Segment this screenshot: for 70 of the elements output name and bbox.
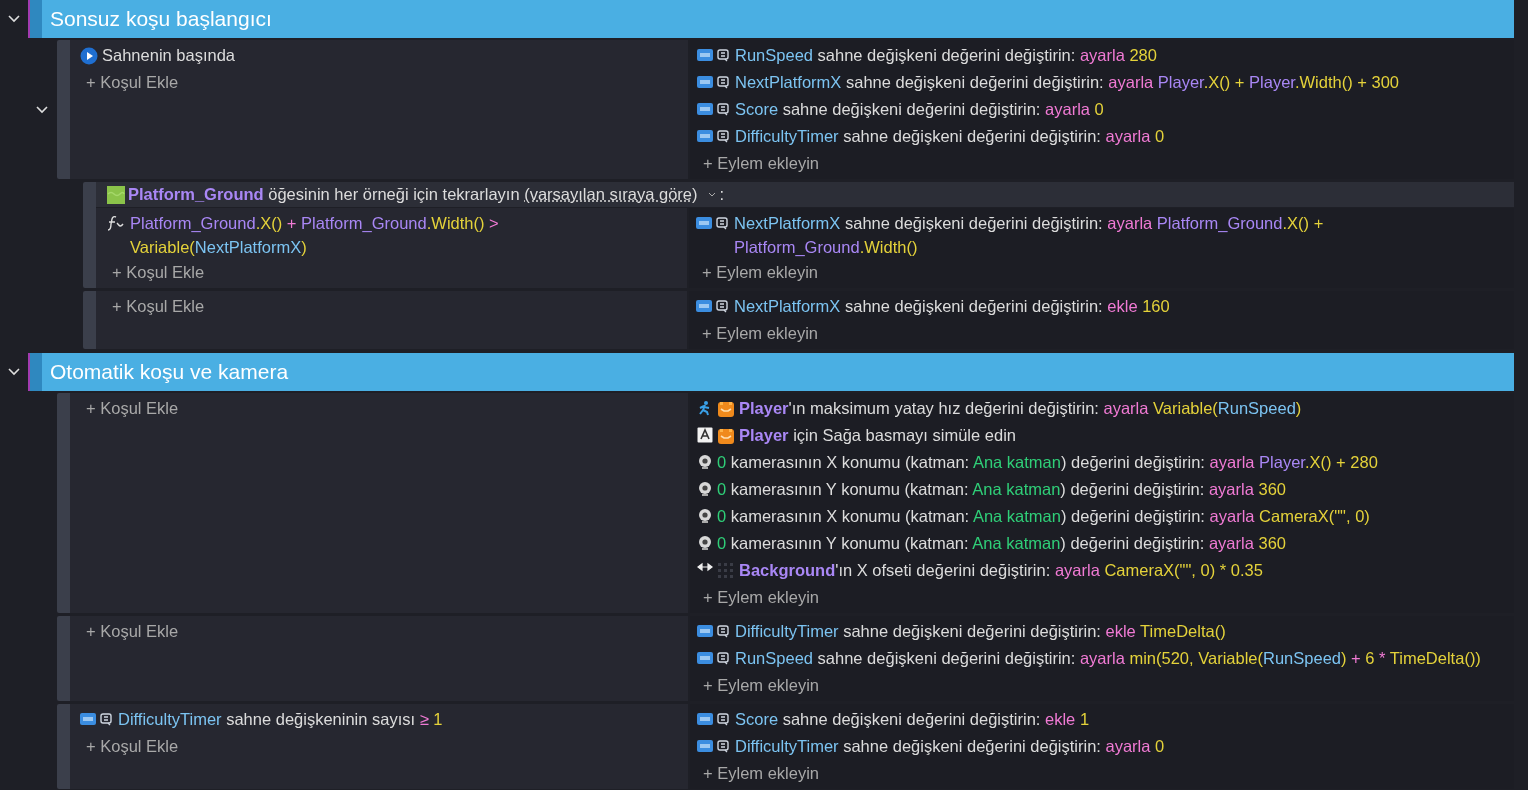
- variable-icon: [697, 47, 731, 63]
- variable-icon: [697, 74, 731, 90]
- action-text[interactable]: Player için Sağa basmayı simüle edin: [739, 423, 1016, 447]
- drag-handle[interactable]: [57, 40, 70, 179]
- action-text[interactable]: Score sahne değişkeni değerini değiştirin: ekle 1: [735, 707, 1090, 731]
- add-condition-link[interactable]: + Koşul Ekle: [86, 70, 179, 94]
- condition-text[interactable]: Sahnenin başında: [102, 43, 236, 67]
- grass-tile-icon: [107, 185, 125, 204]
- add-condition-link[interactable]: + Koşul Ekle: [86, 619, 179, 643]
- action-text[interactable]: NextPlatformX sahne değişkeni değerini değiştirin: ekle 160: [734, 294, 1170, 318]
- variable-icon: [697, 738, 731, 754]
- camera-icon: [697, 508, 713, 524]
- add-action-link[interactable]: + Eylem ekleyin: [703, 585, 819, 609]
- variable-icon: [80, 711, 114, 727]
- drag-handle[interactable]: [83, 291, 96, 349]
- variable-icon: [697, 128, 731, 144]
- action-text[interactable]: Player'ın maksimum yatay hız değerini değiştirin: ayarla Variable(RunSpeed): [739, 396, 1302, 420]
- action-text[interactable]: DifficultyTimer sahne değişkeni değerini değiştirin: ekle TimeDelta(): [735, 619, 1226, 643]
- chevron-icon[interactable]: [8, 15, 20, 23]
- condition-text[interactable]: DifficultyTimer sahne değişkeninin sayısı ≥ 1: [118, 707, 443, 731]
- variable-icon: [697, 650, 731, 666]
- action-text[interactable]: RunSpeed sahne değişkeni değerini değiştirin: ayarla min(520, Variable(RunSpeed) + 6 * TimeDelta()): [735, 646, 1481, 670]
- action-text[interactable]: Score sahne değişkeni değerini değiştirin: ayarla 0: [735, 97, 1104, 121]
- group-handle[interactable]: [28, 0, 42, 38]
- variable-icon: [696, 215, 730, 231]
- variable-icon: [697, 101, 731, 117]
- condition-text[interactable]: Platform_Ground.X() + Platform_Ground.Width() > Variable(NextPlatformX): [130, 211, 679, 259]
- colon-text: :: [719, 185, 725, 204]
- action-text[interactable]: NextPlatformX sahne değişkeni değerini değiştirin: ayarla Player.X() + Player.Width() + 300: [735, 70, 1400, 94]
- group-handle[interactable]: [28, 353, 42, 391]
- action-text[interactable]: Background'ın X ofseti değerini değiştirin: ayarla CameraX("", 0) * 0.35: [739, 558, 1263, 582]
- sort-order-link[interactable]: (varsayılan sıraya göre): [524, 185, 698, 203]
- camera-icon: [697, 481, 713, 497]
- action-text[interactable]: 0 kamerasının Y konumu (katman: Ana katman) değerini değiştirin: ayarla 360: [717, 531, 1286, 555]
- drag-handle[interactable]: [57, 704, 70, 789]
- sprite-thumbnail-icon: [717, 427, 735, 445]
- variable-icon: [697, 623, 731, 639]
- variable-icon: [696, 298, 730, 314]
- action-text[interactable]: NextPlatformX sahne değişkeni değerini değiştirin: ayarla Platform_Ground.X() + Platform_Ground.Width(): [734, 211, 1506, 259]
- keyboard-key-icon: [697, 427, 713, 443]
- action-text[interactable]: 0 kamerasının X konumu (katman: Ana katman) değerini değiştirin: ayarla Player.X() + 280: [717, 450, 1378, 474]
- add-action-link[interactable]: + Eylem ekleyin: [702, 321, 818, 345]
- chevron-icon[interactable]: [8, 368, 20, 376]
- sprite-thumbnail-icon: [717, 400, 735, 418]
- add-action-link[interactable]: + Eylem ekleyin: [703, 673, 819, 697]
- action-text[interactable]: RunSpeed sahne değişkeni değerini değiştirin: ayarla 280: [735, 43, 1157, 67]
- add-action-link[interactable]: + Eylem ekleyin: [703, 761, 819, 785]
- chevron-icon[interactable]: [36, 105, 48, 114]
- camera-icon: [697, 535, 713, 551]
- function-icon: [106, 215, 126, 231]
- variable-icon: [697, 711, 731, 727]
- add-condition-link[interactable]: + Koşul Ekle: [86, 734, 179, 758]
- add-condition-link[interactable]: + Koşul Ekle: [112, 294, 205, 318]
- for-each-text: Platform_Ground öğesinin her örneği için tekrarlayın (varsayılan sıraya göre): [128, 185, 698, 204]
- add-condition-link[interactable]: + Koşul Ekle: [86, 396, 179, 420]
- action-text[interactable]: 0 kamerasının X konumu (katman: Ana katman) değerini değiştirin: ayarla CameraX("", 0): [717, 504, 1370, 528]
- add-action-link[interactable]: + Eylem ekleyin: [703, 151, 819, 175]
- horizontal-arrows-icon: [697, 562, 713, 572]
- drag-handle[interactable]: [83, 182, 96, 288]
- add-condition-link[interactable]: + Koşul Ekle: [112, 260, 205, 284]
- action-text[interactable]: DifficultyTimer sahne değişkeni değerini değiştirin: ayarla 0: [735, 734, 1165, 758]
- action-text[interactable]: 0 kamerasının Y konumu (katman: Ana katman) değerini değiştirin: ayarla 360: [717, 477, 1286, 501]
- play-icon: [80, 47, 98, 65]
- camera-icon: [697, 454, 713, 470]
- action-text[interactable]: DifficultyTimer sahne değişkeni değerini değiştirin: ayarla 0: [735, 124, 1165, 148]
- dropdown-icon[interactable]: [707, 192, 716, 197]
- add-action-link[interactable]: + Eylem ekleyin: [702, 260, 818, 284]
- drag-handle[interactable]: [57, 393, 70, 613]
- dotted-tile-icon: [717, 562, 735, 580]
- drag-handle[interactable]: [57, 616, 70, 701]
